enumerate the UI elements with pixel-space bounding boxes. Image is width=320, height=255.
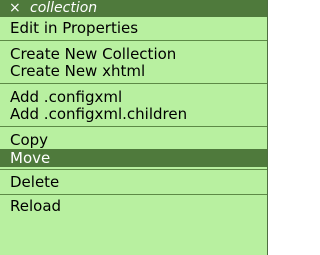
menu-item-move[interactable]: Move xyxy=(0,149,267,167)
menu-separator xyxy=(0,83,267,84)
menu-separator xyxy=(0,194,267,195)
menu-separator xyxy=(0,169,267,170)
context-menu: × collection Edit in Properties Create N… xyxy=(0,0,268,255)
menu-item-add-configxml-children[interactable]: Add .configxml.children xyxy=(0,105,267,123)
menu-title: collection xyxy=(30,0,98,16)
menu-item-reload[interactable]: Reload xyxy=(0,197,267,215)
menu-item-create-new-collection[interactable]: Create New Collection xyxy=(0,45,267,63)
menu-item-edit-in-properties[interactable]: Edit in Properties xyxy=(0,19,267,37)
menu-item-add-configxml[interactable]: Add .configxml xyxy=(0,88,267,106)
menu-separator xyxy=(0,126,267,127)
close-icon[interactable]: × xyxy=(9,0,21,17)
menu-item-delete[interactable]: Delete xyxy=(0,173,267,191)
menu-item-create-new-xhtml[interactable]: Create New xhtml xyxy=(0,62,267,80)
menu-separator xyxy=(0,40,267,41)
menu-item-copy[interactable]: Copy xyxy=(0,131,267,149)
menu-header: × collection xyxy=(0,0,267,17)
